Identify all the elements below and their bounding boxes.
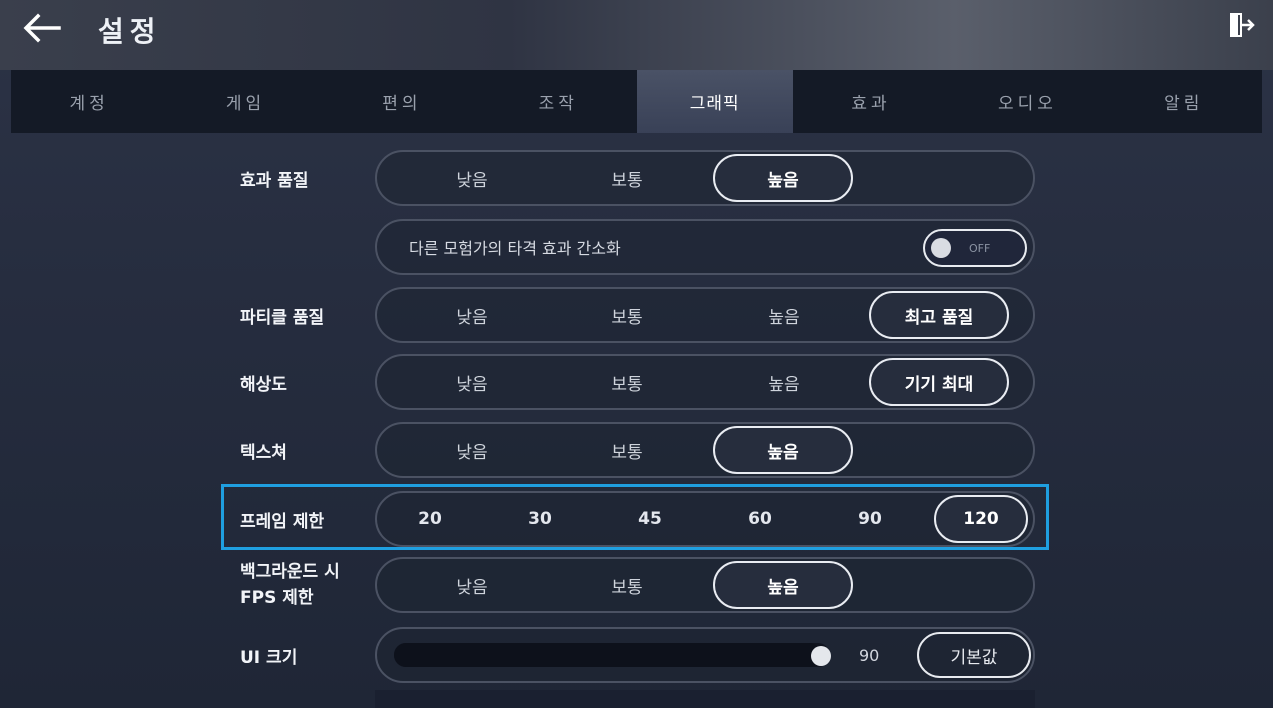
page-title: 설정 <box>98 15 162 48</box>
tab-controls[interactable]: 조작 <box>480 70 636 133</box>
tab-game[interactable]: 게임 <box>167 70 323 133</box>
exit-door-icon <box>1230 13 1255 37</box>
toggle-knob <box>931 238 951 258</box>
resolution-selector: 낮음 보통 높음 기기 최대 <box>375 354 1035 410</box>
list-bottom-edge <box>375 690 1035 708</box>
tab-graphics[interactable]: 그래픽 <box>636 70 793 133</box>
option-high[interactable]: 높음 <box>713 426 853 474</box>
frame-limit-row: 프레임 제한 20 30 45 60 90 120 <box>220 491 1050 547</box>
resolution-label: 해상도 <box>240 374 287 395</box>
effect-quality-row: 효과 품질 낮음 보통 높음 <box>220 150 1050 206</box>
frame-limit-selector: 20 30 45 60 90 120 <box>375 491 1035 547</box>
background-fps-selector: 낮음 보통 높음 <box>375 557 1035 613</box>
ui-size-label: UI 크기 <box>240 647 298 668</box>
simplify-hit-row: 다른 모험가의 타격 효과 간소화 OFF <box>220 219 1050 275</box>
ui-size-slider[interactable] <box>394 643 832 667</box>
option-high[interactable]: 높음 <box>717 356 851 408</box>
back-button[interactable] <box>18 10 64 46</box>
reset-default-button[interactable]: 기본값 <box>917 632 1031 678</box>
option-low[interactable]: 낮음 <box>405 356 539 408</box>
option-best[interactable]: 최고 품질 <box>869 291 1009 339</box>
option-60[interactable]: 60 <box>725 493 795 545</box>
background-fps-row: 백그라운드 시 FPS 제한 낮음 보통 높음 <box>220 557 1050 613</box>
option-normal[interactable]: 보통 <box>560 356 694 408</box>
particle-quality-selector: 낮음 보통 높음 최고 품질 <box>375 287 1035 343</box>
background-fps-label-line1: 백그라운드 시 <box>240 562 340 582</box>
option-30[interactable]: 30 <box>505 493 575 545</box>
option-low[interactable]: 낮음 <box>405 152 539 204</box>
slider-thumb[interactable] <box>811 646 832 666</box>
ui-size-container: 90 기본값 <box>375 627 1035 683</box>
particle-quality-row: 파티클 품질 낮음 보통 높음 최고 품질 <box>220 287 1050 343</box>
particle-quality-label: 파티클 품질 <box>240 307 325 328</box>
effect-quality-label: 효과 품질 <box>240 170 309 191</box>
tab-effects[interactable]: 효과 <box>793 70 949 133</box>
option-low[interactable]: 낮음 <box>405 289 539 341</box>
option-normal[interactable]: 보통 <box>560 559 694 611</box>
background-fps-label: 백그라운드 시 FPS 제한 <box>240 557 340 613</box>
texture-label: 텍스쳐 <box>240 442 287 463</box>
effect-quality-selector: 낮음 보통 높음 <box>375 150 1035 206</box>
ui-size-row: UI 크기 90 기본값 <box>220 627 1050 683</box>
option-normal[interactable]: 보통 <box>560 152 694 204</box>
texture-row: 텍스쳐 낮음 보통 높음 <box>220 422 1050 478</box>
frame-limit-label: 프레임 제한 <box>240 511 325 532</box>
settings-list: 효과 품질 낮음 보통 높음 다른 모험가의 타격 효과 간소화 OFF 파티클… <box>220 150 1050 708</box>
option-120[interactable]: 120 <box>934 495 1028 543</box>
background-fps-label-line2: FPS 제한 <box>240 588 314 608</box>
exit-button[interactable] <box>1226 10 1256 40</box>
option-low[interactable]: 낮음 <box>405 424 539 476</box>
tab-account[interactable]: 계정 <box>11 70 167 133</box>
tab-bar: 계정 게임 편의 조작 그래픽 효과 오디오 알림 <box>11 70 1262 133</box>
simplify-hit-toggle[interactable]: OFF <box>923 229 1027 267</box>
resolution-row: 해상도 낮음 보통 높음 기기 최대 <box>220 354 1050 410</box>
arrow-left-icon <box>23 13 61 43</box>
ui-size-value: 90 <box>859 645 880 665</box>
slider-fill <box>394 643 822 667</box>
option-high[interactable]: 높음 <box>713 561 853 609</box>
tab-audio[interactable]: 오디오 <box>949 70 1105 133</box>
option-low[interactable]: 낮음 <box>405 559 539 611</box>
tab-notifications[interactable]: 알림 <box>1106 70 1262 133</box>
texture-selector: 낮음 보통 높음 <box>375 422 1035 478</box>
toggle-state-label: OFF <box>969 241 991 255</box>
option-90[interactable]: 90 <box>835 493 905 545</box>
option-high[interactable]: 높음 <box>713 154 853 202</box>
simplify-hit-container: 다른 모험가의 타격 효과 간소화 OFF <box>375 219 1035 275</box>
top-bar: 설정 <box>0 0 1273 70</box>
option-45[interactable]: 45 <box>615 493 685 545</box>
option-20[interactable]: 20 <box>395 493 465 545</box>
tab-convenience[interactable]: 편의 <box>324 70 480 133</box>
option-normal[interactable]: 보통 <box>560 424 694 476</box>
simplify-hit-label: 다른 모험가의 타격 효과 간소화 <box>409 239 621 258</box>
option-device-max[interactable]: 기기 최대 <box>869 358 1009 406</box>
option-normal[interactable]: 보통 <box>560 289 694 341</box>
option-high[interactable]: 높음 <box>717 289 851 341</box>
